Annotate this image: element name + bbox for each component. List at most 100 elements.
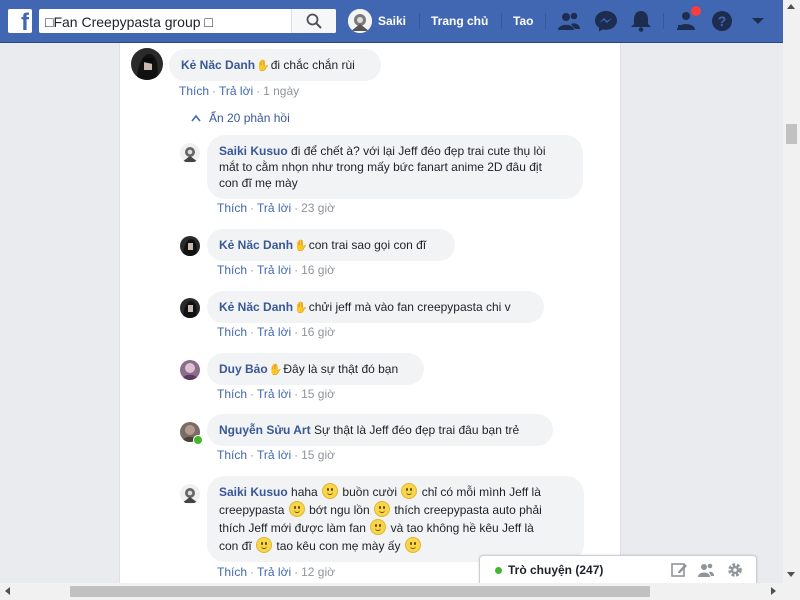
scrollbar-thumb[interactable] [786, 124, 797, 144]
commenter-avatar[interactable] [180, 360, 200, 380]
comment-timestamp[interactable]: 1 ngày [263, 84, 299, 98]
reply-link[interactable]: Trả lời [257, 565, 291, 579]
comment-actions: Thích · Trả lời · 16 giờ [217, 263, 335, 277]
commenter-name[interactable]: Kẻ Năc Danh [219, 300, 293, 314]
nav-home-link[interactable]: Trang chủ [431, 14, 488, 28]
notification-badge [690, 5, 702, 17]
commenter-name[interactable]: Saiki Kusuo [219, 485, 288, 499]
comment-text: thích creepypasta auto phải [394, 503, 542, 517]
nav-create-link[interactable]: Tao [513, 14, 533, 28]
smiley-emoji-icon [404, 537, 421, 553]
comment-timestamp[interactable]: 12 giờ [301, 565, 335, 579]
comment-text: thích Jeff mới được làm fan [219, 521, 366, 535]
comment-actions: Thích · Trả lời · 1 ngày [179, 84, 300, 98]
wave-icon: ✋ [294, 302, 308, 314]
comment-timestamp[interactable]: 16 giờ [301, 263, 335, 277]
search-icon [306, 13, 322, 29]
comment-text: haha [291, 485, 318, 499]
commenter-avatar[interactable] [180, 236, 200, 256]
friend-requests-icon[interactable] [557, 10, 581, 32]
comment-timestamp[interactable]: 16 giờ [301, 325, 335, 339]
commenter-name[interactable]: Nguyễn Sửu Art [219, 423, 311, 437]
comment-actions: Thích · Trả lời · 12 giờ [217, 565, 335, 579]
scroll-down-arrow-icon[interactable] [787, 572, 795, 577]
dropdown-arrow-icon[interactable] [746, 10, 770, 32]
comment-actions: Thích · Trả lời · 15 giờ [217, 448, 335, 462]
compose-message-icon[interactable] [670, 561, 688, 579]
scrollbar-thumb[interactable] [70, 586, 650, 597]
commenter-name[interactable]: Kẻ Năc Danh [219, 238, 293, 252]
chat-sidebar-tab[interactable]: Trò chuyện (247) [479, 555, 757, 584]
nav-divider [663, 13, 664, 29]
like-link[interactable]: Thích [179, 84, 209, 98]
comment-text: con đĩ [219, 539, 252, 553]
comment-text: con đĩ mẹ mày [219, 176, 298, 190]
reply-link[interactable]: Trả lời [219, 84, 253, 98]
comment-text: tao kêu con mẹ mày ấy [276, 539, 401, 553]
messenger-icon[interactable] [594, 10, 618, 32]
scroll-left-arrow-icon[interactable] [5, 587, 10, 595]
smiley-emoji-icon [370, 519, 387, 535]
chat-label: Trò chuyện (247) [508, 563, 604, 577]
comment-text: và tao không hề kêu Jeff là [390, 521, 534, 535]
like-link[interactable]: Thích [217, 201, 247, 215]
smiley-emoji-icon [322, 483, 339, 499]
commenter-avatar[interactable] [131, 48, 163, 80]
wave-icon: ✋ [268, 364, 283, 376]
help-icon[interactable]: ? [710, 10, 734, 32]
reply-link[interactable]: Trả lời [257, 263, 291, 277]
comment-text: chửi jeff mà vào fan creepypasta chi v [308, 300, 511, 314]
facebook-logo[interactable]: f [8, 9, 32, 35]
comment-bubble: Kẻ Năc Danh✋con trai sao gọi con đĩ [207, 229, 455, 261]
comment-actions: Thích · Trả lời · 16 giờ [217, 325, 335, 339]
like-link[interactable]: Thích [217, 325, 247, 339]
commenter-avatar[interactable] [180, 484, 200, 504]
comment-text: buồn cười [342, 485, 398, 499]
comment-text: đi chắc chắn rùi [270, 58, 355, 72]
commenter-avatar[interactable] [180, 298, 200, 318]
comment-text: Đây là sự thật đó bạn [283, 362, 399, 376]
hide-replies-link[interactable]: Ẩn 20 phản hồi [191, 111, 290, 125]
comment-bubble: Kẻ Năc Danh✋chửi jeff mà vào fan creepyp… [207, 291, 544, 323]
scroll-up-arrow-icon[interactable] [787, 4, 795, 9]
horizontal-scrollbar[interactable] [0, 583, 800, 600]
search-button[interactable] [291, 9, 336, 33]
wave-icon: ✋ [256, 60, 270, 72]
create-group-icon[interactable] [697, 561, 715, 579]
comment-bubble: Saiki Kusuo đi để chết à? với lại Jeff đ… [207, 135, 583, 199]
nav-divider [545, 13, 546, 29]
commenter-name[interactable]: Saiki Kusuo [219, 144, 288, 158]
smiley-emoji-icon [288, 501, 305, 517]
comment-actions: Thích · Trả lời · 15 giờ [217, 387, 335, 401]
like-link[interactable]: Thích [217, 448, 247, 462]
comment-bubble: Kẻ Năc Danh✋đi chắc chắn rùi [169, 49, 381, 81]
comment-bubble: Duy Bảo✋Đây là sự thật đó bạn [207, 353, 424, 385]
comment-bubble: Nguyễn Sửu Art Sự thật là Jeff đéo đẹp t… [207, 414, 553, 446]
scroll-right-arrow-icon[interactable] [771, 587, 776, 595]
comment-text: chỉ có mỗi mình Jeff là [421, 485, 541, 499]
vertical-scrollbar[interactable] [783, 0, 800, 583]
chat-settings-gear-icon[interactable] [726, 561, 744, 579]
search-box[interactable]: □Fan Creepypasta group □ [39, 9, 336, 33]
like-link[interactable]: Thích [217, 565, 247, 579]
reply-link[interactable]: Trả lời [257, 387, 291, 401]
search-input[interactable]: □Fan Creepypasta group □ [45, 14, 213, 30]
like-link[interactable]: Thích [217, 263, 247, 277]
reply-link[interactable]: Trả lời [257, 201, 291, 215]
reply-link[interactable]: Trả lời [257, 325, 291, 339]
comment-text: mắt to cằm nhọn như trong mấy bức fanart… [219, 160, 542, 174]
commenter-name[interactable]: Duy Bảo [219, 362, 268, 376]
comment-timestamp[interactable]: 15 giờ [301, 387, 335, 401]
commenter-avatar[interactable] [180, 143, 200, 163]
hide-replies-label: Ẩn 20 phản hồi [209, 111, 290, 125]
comment-text: creepypasta [219, 503, 285, 517]
comment-timestamp[interactable]: 23 giờ [301, 201, 335, 215]
comment-text: con trai sao gọi con đĩ [308, 238, 427, 252]
comment-timestamp[interactable]: 15 giờ [301, 448, 335, 462]
wave-icon: ✋ [294, 240, 308, 252]
like-link[interactable]: Thích [217, 387, 247, 401]
comment-text: đi để chết à? với lại Jeff đéo đẹp trai … [291, 144, 546, 158]
reply-link[interactable]: Trả lời [257, 448, 291, 462]
notifications-icon[interactable] [629, 10, 653, 32]
commenter-name[interactable]: Kẻ Năc Danh [181, 58, 255, 72]
